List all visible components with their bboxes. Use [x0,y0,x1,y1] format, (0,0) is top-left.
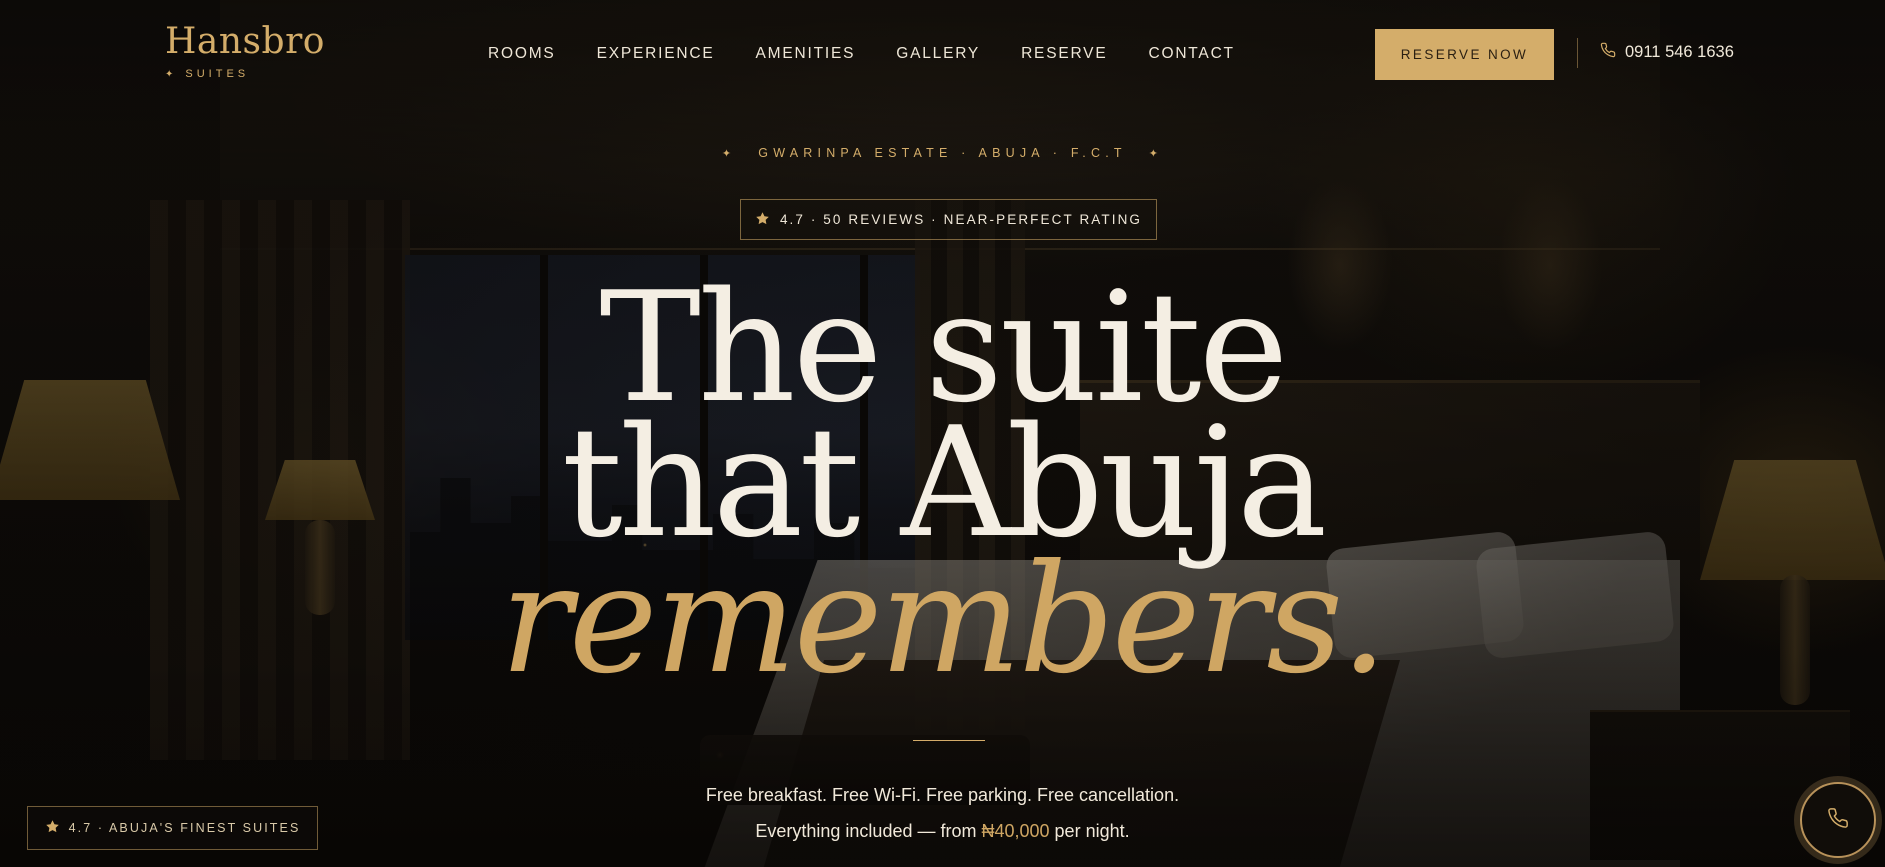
brand-name: Hansbro [165,21,325,62]
location-text: GWARINPA ESTATE · ABUJA · F.C.T [758,146,1127,160]
star-icon [45,819,60,837]
reserve-now-button[interactable]: RESERVE NOW [1375,29,1554,80]
nav-item-experience[interactable]: EXPERIENCE [597,45,715,63]
tagline-suffix: per night. [1049,821,1130,841]
rating-badge: 4.7 · ABUJA'S FINEST SUITES [27,806,318,850]
sparkle-icon: ✦ [165,68,178,80]
location-eyebrow: ✦ GWARINPA ESTATE · ABUJA · F.C.T ✦ [0,146,1885,160]
nav-item-contact[interactable]: CONTACT [1148,45,1234,63]
nav-item-amenities[interactable]: AMENITIES [755,45,855,63]
nav-item-gallery[interactable]: GALLERY [896,45,980,63]
header-phone-link[interactable]: 0911 546 1636 [1600,42,1734,63]
price-from: ₦40,000 [981,821,1050,841]
sparkle-icon: ✦ [721,148,737,160]
rating-badge-text: 4.7 · ABUJA'S FINEST SUITES [68,821,301,835]
phone-number: 0911 546 1636 [1625,43,1734,61]
nav-item-reserve[interactable]: RESERVE [1021,45,1107,63]
gold-divider [913,740,985,741]
brand-sub-label: SUITES [185,68,250,80]
nav-item-rooms[interactable]: ROOMS [488,45,556,63]
hero-tagline-line-1: Free breakfast. Free Wi-Fi. Free parking… [705,785,1180,805]
call-floating-button[interactable] [1800,782,1876,858]
brand-subtitle: ✦ SUITES [165,68,325,80]
sparkle-icon: ✦ [1148,148,1164,160]
phone-icon [1827,807,1849,834]
star-icon [755,211,770,229]
rating-pill-text: 4.7 · 50 REVIEWS · NEAR-PERFECT RATING [779,212,1143,227]
tagline-prefix: Everything included — from [755,821,982,841]
rating-pill: 4.7 · 50 REVIEWS · NEAR-PERFECT RATING [740,199,1157,240]
hero-headline-line-3: remembers. [500,533,1388,707]
main-nav: ROOMS EXPERIENCE AMENITIES GALLERY RESER… [488,45,1235,63]
brand-logo[interactable]: Hansbro ✦ SUITES [165,21,325,81]
header-divider [1577,38,1578,68]
phone-icon [1600,42,1616,63]
